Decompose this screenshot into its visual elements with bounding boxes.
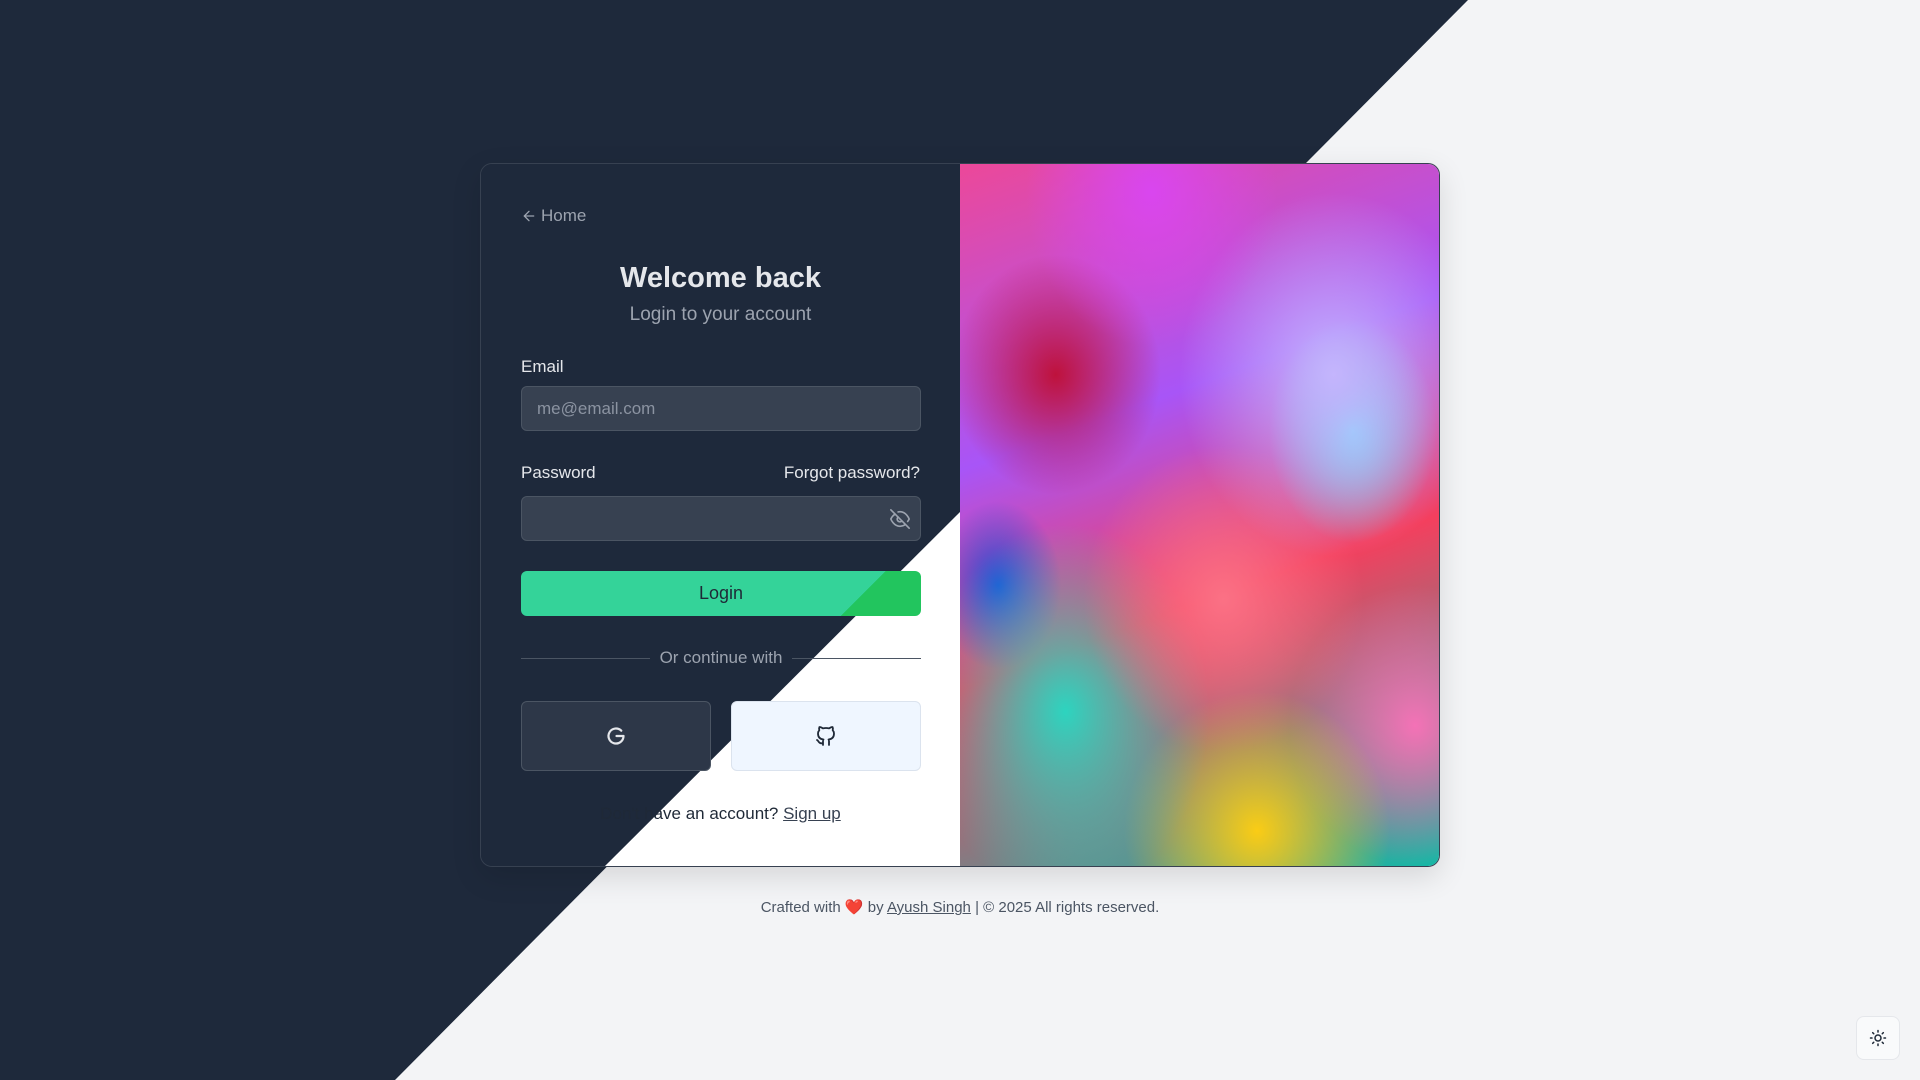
page-subtitle: Login to your account (629, 304, 812, 325)
password-label: Password (521, 463, 596, 482)
home-link[interactable]: Home (521, 206, 586, 226)
divider-line-left (521, 657, 650, 659)
footer-rights: | © 2025 All rights reserved. (975, 899, 1160, 916)
google-login-button[interactable] (521, 701, 711, 771)
forgot-password-link[interactable]: Forgot password? (784, 463, 920, 483)
login-button[interactable]: Login (521, 571, 921, 616)
github-icon (816, 726, 835, 746)
divider-text: Or continue with (659, 648, 783, 667)
heart-icon: ❤️ (844, 899, 864, 916)
signup-row: Don't have an account? Sign up (481, 804, 960, 824)
page-title: Welcome back (620, 262, 821, 294)
page: Home Welcome back Login to your account … (0, 0, 1920, 1080)
email-field[interactable] (521, 386, 921, 431)
login-form: Home Welcome back Login to your account … (481, 164, 960, 866)
email-label: Email (521, 357, 564, 376)
google-icon (607, 727, 625, 745)
login-card: Home Welcome back Login to your account … (480, 163, 1440, 867)
signup-link[interactable]: Sign up (783, 804, 841, 823)
theme-toggle-button[interactable] (1856, 1016, 1900, 1060)
divider: Or continue with (521, 648, 921, 668)
author-link[interactable]: Ayush Singh (887, 899, 971, 916)
footer-by: by (867, 899, 884, 916)
github-login-button[interactable] (731, 701, 921, 771)
footer: Crafted with ❤️ by Ayush Singh | © 2025 … (0, 898, 1920, 916)
login-form-pane: Home Welcome back Login to your account … (481, 164, 960, 866)
eye-off-icon[interactable] (889, 508, 911, 530)
password-field[interactable] (521, 496, 921, 541)
home-link-label: Home (541, 206, 587, 225)
signup-prompt: Don't have an account? (600, 804, 779, 823)
arrow-left-icon (523, 210, 535, 222)
footer-crafted: Crafted with (760, 899, 841, 916)
divider-line-right (792, 657, 921, 659)
abstract-artwork-image (960, 164, 1439, 866)
sun-icon (1869, 1029, 1887, 1047)
